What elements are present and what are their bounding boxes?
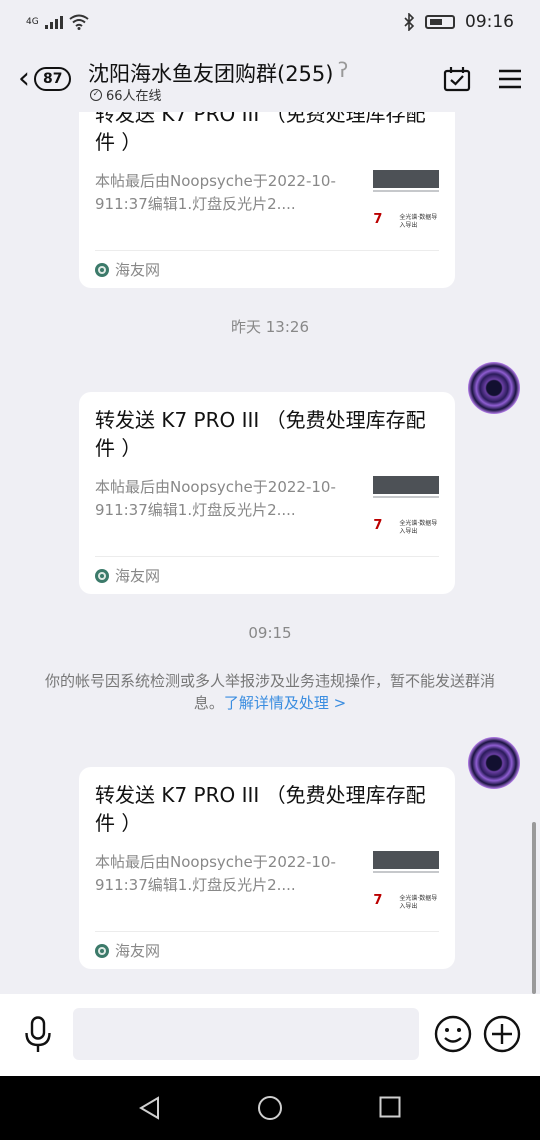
site-logo-icon bbox=[95, 568, 109, 583]
battery-icon bbox=[425, 15, 455, 29]
back-button[interactable]: ‹ 87 bbox=[18, 64, 88, 94]
input-bar bbox=[0, 994, 540, 1076]
system-nav-bar bbox=[0, 1076, 540, 1140]
unread-badge: 87 bbox=[34, 67, 72, 91]
avatar[interactable] bbox=[468, 362, 520, 414]
timestamp: 09:15 bbox=[248, 624, 292, 642]
link-card-title: 转发送 K7 PRO III （免费处理库存配件 ） bbox=[95, 112, 426, 154]
menu-icon[interactable] bbox=[498, 68, 522, 90]
system-notice: 你的帐号因系统检测或多人举报涉及业务违规操作，暂不能发送群消息。了解详情及处理 … bbox=[36, 670, 504, 714]
emoji-icon[interactable] bbox=[434, 1015, 472, 1053]
site-logo-icon bbox=[95, 943, 109, 958]
link-card-source: 海友网 bbox=[95, 250, 439, 288]
source-label: 海友网 bbox=[115, 567, 161, 585]
link-card[interactable]: 转发送 K7 PRO III （免费处理库存配件 ） 本帖最后由Noopsych… bbox=[79, 767, 455, 969]
link-card-thumbnail: 7 全光谱·数据导入导出 bbox=[373, 851, 439, 913]
online-label: 66人在线 bbox=[106, 89, 162, 104]
microphone-icon[interactable] bbox=[24, 1016, 52, 1054]
link-card-thumbnail: 7 全光谱·数据导入导出 bbox=[373, 170, 439, 232]
check-circle-icon: ✓ bbox=[90, 88, 102, 101]
link-card-thumbnail: 7 全光谱·数据导入导出 bbox=[373, 476, 439, 538]
link-card-title: 转发送 K7 PRO III （免费处理库存配件 ） bbox=[95, 408, 426, 460]
wifi-icon bbox=[69, 14, 89, 30]
chat-header: ‹ 87 沈阳海水鱼友团购群(255) ʔ ✓ 66人在线 bbox=[0, 44, 540, 112]
link-card-desc: 本帖最后由Noopsyche于2022-10-911:37编辑1.灯盘反光片2.… bbox=[95, 478, 336, 519]
scrollbar[interactable] bbox=[532, 822, 536, 994]
source-label: 海友网 bbox=[115, 942, 161, 960]
link-card-desc: 本帖最后由Noopsyche于2022-10-911:37编辑1.灯盘反光片2.… bbox=[95, 853, 336, 894]
plus-icon[interactable] bbox=[483, 1015, 521, 1053]
ear-mode-icon: ʔ bbox=[338, 58, 349, 82]
message-list[interactable]: 转发送 K7 PRO III （免费处理库存配件 ） 本帖最后由Noopsych… bbox=[0, 112, 540, 994]
online-count[interactable]: ✓ 66人在线 bbox=[90, 85, 162, 104]
message-input[interactable] bbox=[73, 1008, 419, 1060]
clock: 09:16 bbox=[465, 12, 514, 32]
link-card[interactable]: 转发送 K7 PRO III （免费处理库存配件 ） 本帖最后由Noopsych… bbox=[79, 392, 455, 594]
nav-back-icon[interactable] bbox=[138, 1096, 162, 1120]
link-card-source: 海友网 bbox=[95, 931, 439, 969]
link-card-source: 海友网 bbox=[95, 556, 439, 594]
avatar[interactable] bbox=[468, 737, 520, 789]
source-label: 海友网 bbox=[115, 261, 161, 279]
site-logo-icon bbox=[95, 262, 109, 277]
network-type: 4G bbox=[26, 16, 39, 27]
notice-details-link[interactable]: 了解详情及处理 > bbox=[224, 694, 346, 712]
chevron-left-icon: ‹ bbox=[18, 61, 30, 96]
nav-home-icon[interactable] bbox=[257, 1095, 283, 1121]
status-bar: 4G 09:16 bbox=[0, 0, 540, 44]
calendar-check-icon[interactable] bbox=[443, 66, 471, 92]
link-card-desc: 本帖最后由Noopsyche于2022-10-911:37编辑1.灯盘反光片2.… bbox=[95, 172, 336, 213]
link-card[interactable]: 转发送 K7 PRO III （免费处理库存配件 ） 本帖最后由Noopsych… bbox=[79, 112, 455, 288]
timestamp: 昨天 13:26 bbox=[231, 318, 309, 336]
link-card-title: 转发送 K7 PRO III （免费处理库存配件 ） bbox=[95, 783, 426, 835]
group-title[interactable]: 沈阳海水鱼友团购群(255) bbox=[88, 58, 333, 88]
bluetooth-icon bbox=[404, 13, 415, 31]
signal-icon bbox=[44, 15, 63, 29]
nav-recents-icon[interactable] bbox=[379, 1096, 401, 1118]
